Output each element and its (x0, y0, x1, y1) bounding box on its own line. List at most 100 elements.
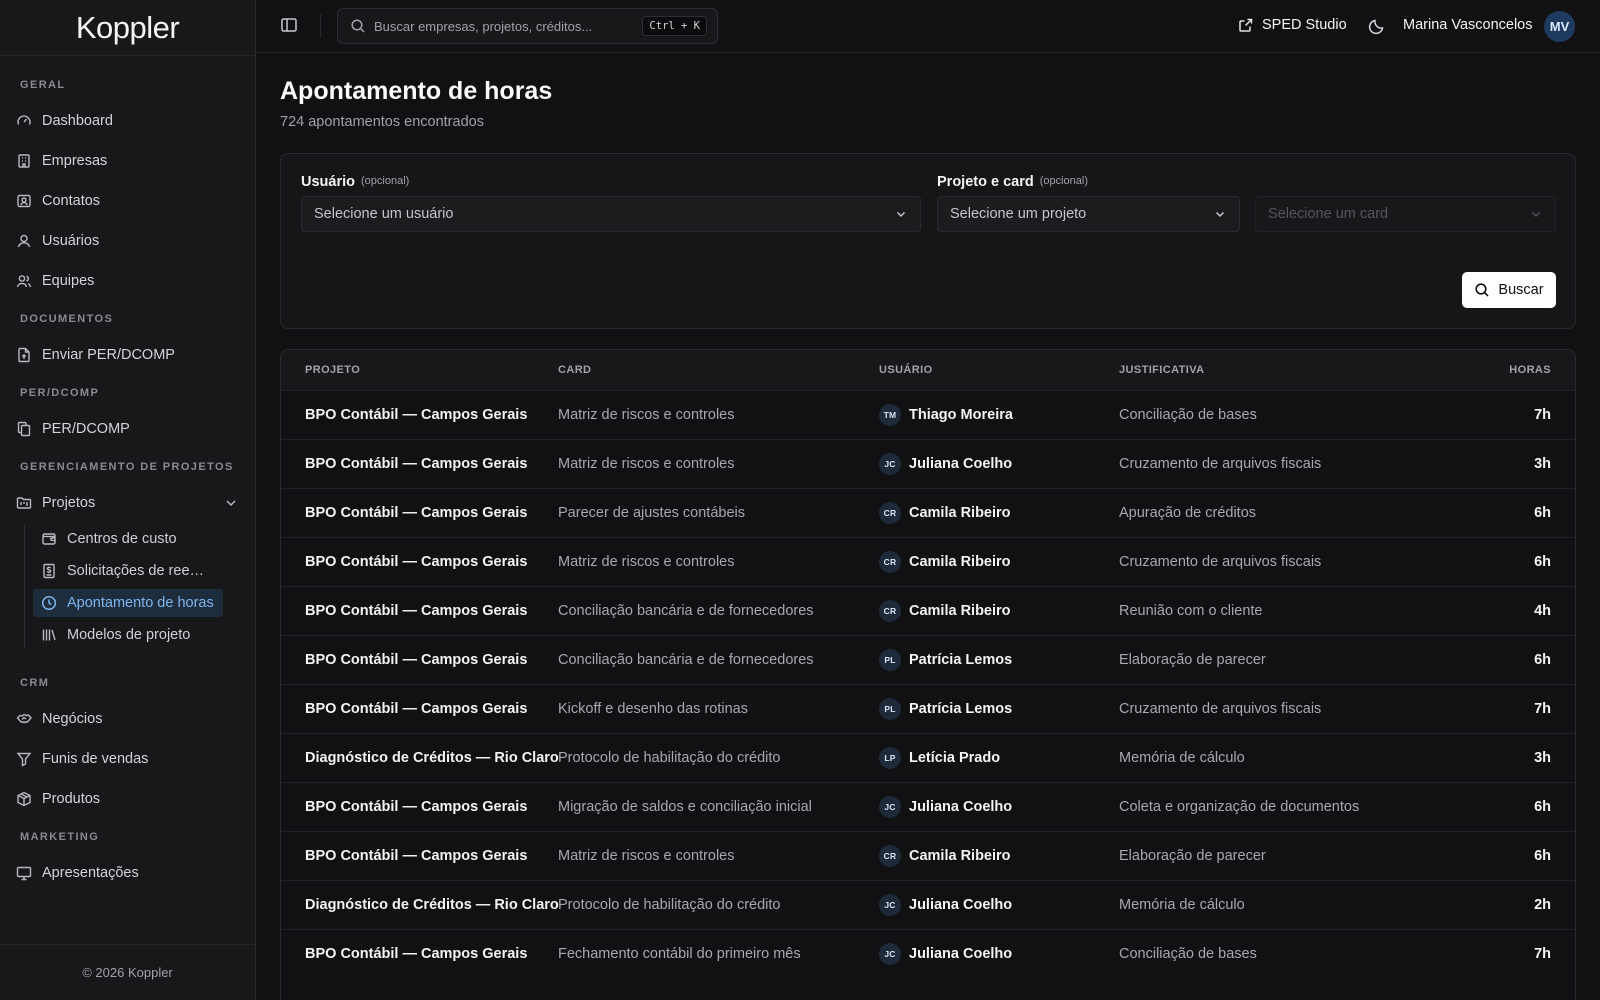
sidebar-subitem-solicitacoes-reembolso[interactable]: Solicitações de reembolso (33, 557, 223, 585)
sidebar-item-perdcomp[interactable]: PER/DCOMP (16, 409, 239, 449)
table-row[interactable]: BPO Contábil — Campos Gerais Migração de … (281, 782, 1575, 831)
sped-studio-link[interactable]: SPED Studio (1238, 17, 1347, 33)
cell-card: Migração de saldos e conciliação inicial (558, 799, 812, 815)
sidebar-item-funis[interactable]: Funis de vendas (16, 739, 239, 779)
column-header-justificativa[interactable]: JUSTIFICATIVA (1119, 364, 1419, 376)
user-select[interactable]: Selecione um usuário (301, 196, 921, 232)
table-row[interactable]: BPO Contábil — Campos Gerais Matriz de ri… (281, 537, 1575, 586)
sidebar-item-enviar-perdcomp[interactable]: Enviar PER/DCOMP (16, 335, 239, 375)
column-header-card[interactable]: CARD (558, 364, 879, 376)
sidebar-item-empresas[interactable]: Empresas (16, 141, 239, 181)
table-row[interactable]: BPO Contábil — Campos Gerais Kickoff e de… (281, 684, 1575, 733)
cell-hours: 7h (1534, 946, 1551, 962)
dashboard-gauge-icon (17, 115, 31, 125)
sidebar-subitem-modelos-projeto[interactable]: Modelos de projeto (33, 621, 223, 649)
table-row[interactable]: BPO Contábil — Campos Gerais Parecer de a… (281, 488, 1575, 537)
brand-logo[interactable]: Koppler (76, 10, 180, 46)
project-select[interactable]: Selecione um projeto (937, 196, 1240, 232)
cell-card: Matriz de riscos e controles (558, 554, 735, 570)
receipt-icon (43, 563, 55, 579)
cell-hours: 6h (1534, 652, 1551, 668)
cell-user: JC Juliana Coelho (879, 453, 1119, 475)
cell-user-name: Camila Ribeiro (909, 603, 1011, 619)
cell-card: Matriz de riscos e controles (558, 848, 735, 864)
sidebar-item-label: Equipes (42, 273, 95, 289)
external-link-icon (1239, 18, 1253, 32)
cell-project: BPO Contábil — Campos Gerais (305, 456, 528, 472)
file-upload-icon (18, 347, 30, 363)
sidebar-item-label: Negócios (42, 711, 103, 727)
project-filter-label-text: Projeto e card (937, 174, 1034, 190)
sidebar-item-dashboard[interactable]: Dashboard (16, 101, 239, 141)
search-input[interactable] (374, 18, 643, 34)
user-avatar[interactable]: MV (1544, 11, 1575, 42)
cell-card: Fechamento contábil do primeiro mês (558, 946, 801, 962)
cell-justification: Coleta e organização de documentos (1119, 799, 1360, 815)
sidebar-subitem-centros-de-custo[interactable]: Centros de custo (33, 525, 223, 553)
chevron-down-icon (896, 211, 906, 218)
sidebar-item-usuarios[interactable]: Usuários (16, 221, 239, 261)
cell-user-name: Juliana Coelho (909, 456, 1013, 472)
sidebar-item-projetos[interactable]: Projetos (16, 483, 239, 523)
global-search[interactable]: Ctrl + K (337, 8, 718, 44)
section-label-perdcomp: PER/DCOMP (20, 387, 100, 399)
page-title: Apontamento de horas (280, 77, 553, 105)
sidebar: Koppler GERAL Dashboard Empresas Contato… (0, 0, 256, 1000)
table-row[interactable]: BPO Contábil — Campos Gerais Conciliação … (281, 635, 1575, 684)
search-button[interactable]: Buscar (1462, 272, 1556, 308)
sidebar-item-apresentacoes[interactable]: Apresentações (16, 853, 239, 893)
cell-user-name: Camila Ribeiro (909, 505, 1011, 521)
user-avatar: JC (879, 894, 901, 916)
cell-hours: 6h (1534, 848, 1551, 864)
sidebar-item-label: Enviar PER/DCOMP (42, 347, 175, 363)
sidebar-item-produtos[interactable]: Produtos (16, 779, 239, 819)
cell-justification: Conciliação de bases (1119, 407, 1257, 423)
cell-user-name: Thiago Moreira (909, 407, 1013, 423)
cell-user-name: Juliana Coelho (909, 946, 1013, 962)
sidebar-item-negocios[interactable]: Negócios (16, 699, 239, 739)
building-icon (18, 154, 30, 168)
section-label-geral: GERAL (20, 79, 66, 91)
optional-hint: (opcional) (361, 175, 410, 187)
cell-user-name: Letícia Prado (909, 750, 1001, 766)
table-row[interactable]: Diagnóstico de Créditos — Rio Claro Proto… (281, 733, 1575, 782)
cell-hours: 3h (1534, 456, 1551, 472)
sidebar-subitem-apontamento-horas[interactable]: Apontamento de horas (33, 589, 223, 617)
table-row[interactable]: BPO Contábil — Campos Gerais Fechamento c… (281, 929, 1575, 978)
sidebar-item-label: Apresentações (42, 865, 139, 881)
cell-user-name: Patrícia Lemos (909, 701, 1013, 717)
sidebar-item-label: Projetos (42, 495, 96, 511)
cell-project: BPO Contábil — Campos Gerais (305, 505, 528, 521)
cell-user-name: Juliana Coelho (909, 897, 1013, 913)
column-header-usuario[interactable]: USUÁRIO (879, 364, 1119, 376)
sidebar-item-label: Contatos (42, 193, 101, 209)
cell-hours: 7h (1534, 407, 1551, 423)
cell-project: BPO Contábil — Campos Gerais (305, 946, 528, 962)
table-row[interactable]: BPO Contábil — Campos Gerais Conciliação … (281, 586, 1575, 635)
cell-card: Conciliação bancária e de fornecedores (558, 603, 814, 619)
chevron-down-icon[interactable] (223, 495, 239, 511)
cell-card: Conciliação bancária e de fornecedores (558, 652, 814, 668)
table-row[interactable]: Diagnóstico de Créditos — Rio Claro Proto… (281, 880, 1575, 929)
column-header-projeto[interactable]: PROJETO (281, 364, 558, 376)
cell-project: BPO Contábil — Campos Gerais (305, 554, 528, 570)
cell-hours: 6h (1534, 799, 1551, 815)
theme-toggle-moon-icon[interactable] (1368, 17, 1386, 35)
table-row[interactable]: BPO Contábil — Campos Gerais Matriz de ri… (281, 831, 1575, 880)
topbar-divider (320, 14, 321, 38)
section-label-marketing: MARKETING (20, 831, 100, 843)
sidebar-toggle-icon[interactable] (280, 16, 298, 34)
cell-card: Protocolo de habilitação do crédito (558, 750, 781, 766)
column-header-horas[interactable]: HORAS (1419, 364, 1575, 376)
sidebar-item-label: Dashboard (42, 113, 113, 129)
table-row[interactable]: BPO Contábil — Campos Gerais Matriz de ri… (281, 439, 1575, 488)
cell-user-name: Camila Ribeiro (909, 848, 1011, 864)
user-avatar: PL (879, 698, 901, 720)
user-name[interactable]: Marina Vasconcelos (1403, 17, 1533, 33)
filter-card: Usuário (opcional) Selecione um usuário P… (280, 153, 1576, 329)
sidebar-item-equipes[interactable]: Equipes (16, 261, 239, 301)
table-row[interactable]: BPO Contábil — Campos Gerais Matriz de ri… (281, 390, 1575, 439)
cell-user: TM Thiago Moreira (879, 404, 1119, 426)
topbar: Ctrl + K SPED Studio Marina Vasconcelos … (256, 0, 1600, 53)
sidebar-item-contatos[interactable]: Contatos (16, 181, 239, 221)
